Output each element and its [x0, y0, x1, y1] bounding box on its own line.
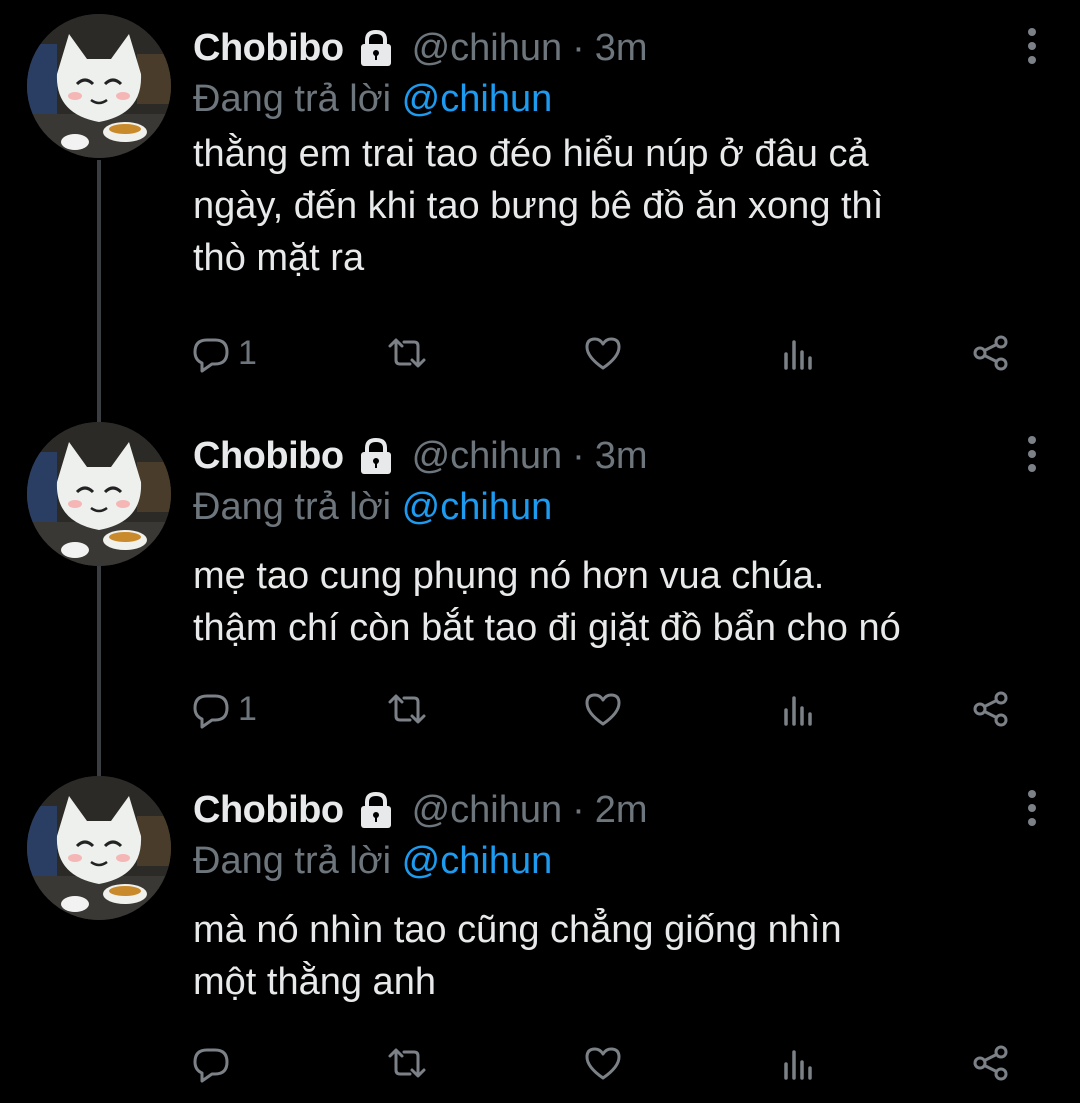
- action-bar: 1: [190, 328, 1030, 378]
- separator: ·: [572, 26, 585, 69]
- action-bar: 1: [190, 684, 1030, 734]
- lock-icon: [354, 788, 398, 832]
- retweet-icon: [388, 1048, 426, 1078]
- share-button[interactable]: [970, 328, 1012, 378]
- timestamp[interactable]: 2m: [595, 789, 648, 832]
- tweet-header: Chobibo @chihun · 2m: [193, 788, 648, 832]
- reply-icon: [193, 338, 229, 373]
- tweet[interactable]: Chobibo @chihun · 3m Đang trả lời @chihu…: [0, 0, 1080, 408]
- share-icon: [973, 691, 1008, 727]
- mention-link[interactable]: @chihun: [402, 78, 553, 120]
- tweet-text: mà nó nhìn tao cũng chẳng giống nhìn một…: [193, 904, 1053, 1008]
- avatar-image: [27, 14, 171, 158]
- analytics-button[interactable]: [778, 1038, 820, 1088]
- more-icon[interactable]: [1022, 436, 1042, 476]
- tweet-text: mẹ tao cung phụng nó hơn vua chúa. thậm …: [193, 550, 1053, 654]
- reply-button[interactable]: [190, 1038, 238, 1088]
- like-button[interactable]: [582, 328, 624, 378]
- retweet-button[interactable]: [386, 328, 428, 378]
- more-icon[interactable]: [1022, 28, 1042, 68]
- replying-to-label: Đang trả lời: [193, 840, 392, 882]
- user-handle[interactable]: @chihun: [412, 789, 563, 832]
- tweet-header: Chobibo @chihun · 3m: [193, 26, 648, 70]
- avatar[interactable]: [27, 422, 171, 566]
- tweet[interactable]: Chobibo @chihun · 3m Đang trả lời @chihu…: [0, 408, 1080, 764]
- separator: ·: [572, 788, 585, 831]
- replying-to: Đang trả lời @chihun: [193, 840, 552, 883]
- retweet-icon: [388, 694, 426, 724]
- like-icon: [585, 337, 621, 370]
- like-button[interactable]: [582, 684, 624, 734]
- analytics-button[interactable]: [778, 684, 820, 734]
- share-button[interactable]: [970, 1038, 1012, 1088]
- tweet-text: thằng em trai tao đéo hiểu núp ở đâu cả …: [193, 128, 1053, 284]
- analytics-icon: [784, 1050, 812, 1080]
- reply-button[interactable]: 1: [190, 328, 257, 378]
- tweet-text-line: thằng em trai tao đéo hiểu núp ở đâu cả: [193, 133, 869, 175]
- avatar[interactable]: [27, 776, 171, 920]
- analytics-icon: [784, 340, 812, 370]
- replying-to-label: Đang trả lời: [193, 486, 392, 528]
- share-icon: [973, 1045, 1008, 1081]
- like-icon: [585, 693, 621, 726]
- tweet[interactable]: Chobibo @chihun · 2m Đang trả lời @chihu…: [0, 764, 1080, 1103]
- avatar[interactable]: [27, 14, 171, 158]
- avatar-image: [27, 422, 171, 566]
- retweet-icon: [388, 338, 426, 368]
- timestamp[interactable]: 3m: [595, 27, 648, 70]
- avatar-image: [27, 776, 171, 920]
- replying-to: Đang trả lời @chihun: [193, 78, 552, 121]
- tweet-text-line: ngày, đến khi tao bưng bê đồ ăn xong thì: [193, 185, 884, 227]
- mention-link[interactable]: @chihun: [402, 840, 553, 882]
- tweet-header: Chobibo @chihun · 3m: [193, 434, 648, 478]
- lock-icon: [354, 434, 398, 478]
- more-icon[interactable]: [1022, 790, 1042, 830]
- reply-count: 1: [238, 689, 257, 728]
- replying-to: Đang trả lời @chihun: [193, 486, 552, 529]
- analytics-icon: [784, 696, 812, 726]
- timestamp[interactable]: 3m: [595, 435, 648, 478]
- separator: ·: [572, 434, 585, 477]
- lock-icon: [354, 26, 398, 70]
- user-handle[interactable]: @chihun: [412, 27, 563, 70]
- tweet-text-line: một thằng anh: [193, 961, 436, 1003]
- share-button[interactable]: [970, 684, 1012, 734]
- reply-button[interactable]: 1: [190, 684, 257, 734]
- analytics-button[interactable]: [778, 328, 820, 378]
- display-name[interactable]: Chobibo: [193, 435, 344, 478]
- user-handle[interactable]: @chihun: [412, 435, 563, 478]
- retweet-button[interactable]: [386, 684, 428, 734]
- action-bar: [190, 1038, 1030, 1088]
- tweet-text-line: thò mặt ra: [193, 237, 365, 279]
- tweet-text-line: mẹ tao cung phụng nó hơn vua chúa.: [193, 555, 825, 597]
- display-name[interactable]: Chobibo: [193, 27, 344, 70]
- reply-count: 1: [238, 333, 257, 372]
- display-name[interactable]: Chobibo: [193, 789, 344, 832]
- replying-to-label: Đang trả lời: [193, 78, 392, 120]
- retweet-button[interactable]: [386, 1038, 428, 1088]
- reply-icon: [193, 694, 229, 729]
- reply-icon: [193, 1048, 229, 1083]
- share-icon: [973, 335, 1008, 371]
- like-icon: [585, 1047, 621, 1080]
- tweet-text-line: thậm chí còn bắt tao đi giặt đồ bẩn cho …: [193, 607, 901, 649]
- mention-link[interactable]: @chihun: [402, 486, 553, 528]
- tweet-text-line: mà nó nhìn tao cũng chẳng giống nhìn: [193, 909, 842, 951]
- like-button[interactable]: [582, 1038, 624, 1088]
